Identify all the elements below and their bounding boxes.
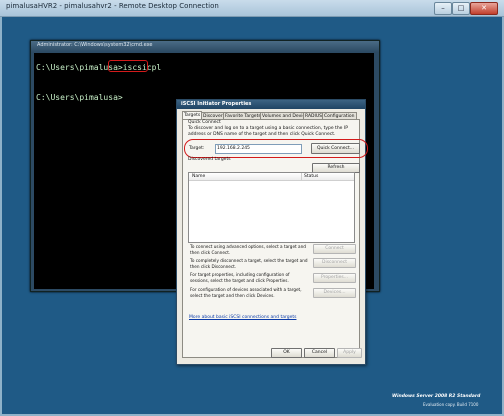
build-watermark: Evaluation copy. Build 7100 bbox=[423, 402, 479, 407]
column-divider[interactable] bbox=[301, 173, 302, 180]
os-edition-watermark: Windows Server 2008 R2 Standard bbox=[392, 394, 481, 399]
connect-button[interactable]: Connect bbox=[313, 244, 356, 254]
quick-connect-highlight-annotation bbox=[184, 139, 368, 158]
devices-description: For configuration of devices associated … bbox=[190, 287, 302, 298]
maximize-button[interactable]: □ bbox=[452, 2, 470, 15]
connect-description: To connect using advanced options, selec… bbox=[190, 244, 306, 255]
list-header: Name Status bbox=[189, 173, 354, 181]
cmd-window-title: Administrator: C:\Windows\system32\cmd.e… bbox=[37, 42, 153, 48]
column-header-status[interactable]: Status bbox=[304, 173, 318, 180]
cmd-line: C:\Users\pimalusa> bbox=[36, 93, 123, 102]
quick-connect-group-label: Quick Connect bbox=[188, 120, 221, 125]
more-info-link[interactable]: More about basic iSCSI connections and t… bbox=[189, 315, 296, 320]
disconnect-button[interactable]: Disconnect bbox=[313, 258, 356, 268]
discovered-targets-list[interactable]: Name Status bbox=[188, 172, 355, 243]
column-header-name[interactable]: Name bbox=[192, 173, 205, 180]
disconnect-description: To completely disconnect a target, selec… bbox=[190, 258, 308, 269]
close-button[interactable]: ✕ bbox=[470, 2, 498, 15]
properties-button[interactable]: Properties... bbox=[313, 273, 356, 283]
rdp-window-title: pimalusaHVR2 - pimalusahvr2 - Remote Des… bbox=[6, 2, 219, 10]
rdp-title-bar[interactable]: pimalusaHVR2 - pimalusahvr2 - Remote Des… bbox=[0, 0, 504, 17]
dialog-title: iSCSI Initiator Properties bbox=[181, 101, 252, 107]
command-highlight-annotation bbox=[108, 60, 148, 72]
dialog-title-bar[interactable]: iSCSI Initiator Properties bbox=[177, 100, 365, 109]
devices-button[interactable]: Devices... bbox=[313, 288, 356, 298]
properties-description: For target properties, including configu… bbox=[190, 272, 290, 283]
ok-button[interactable]: OK bbox=[271, 348, 302, 358]
apply-button[interactable]: Apply bbox=[337, 348, 362, 358]
discovered-targets-group-label: Discovered targets bbox=[188, 157, 231, 162]
minimize-button[interactable]: – bbox=[434, 2, 452, 15]
quick-connect-description: To discover and log on to a target using… bbox=[188, 126, 348, 137]
cancel-button[interactable]: Cancel bbox=[304, 348, 335, 358]
cmd-title-bar[interactable]: Administrator: C:\Windows\system32\cmd.e… bbox=[31, 41, 379, 52]
